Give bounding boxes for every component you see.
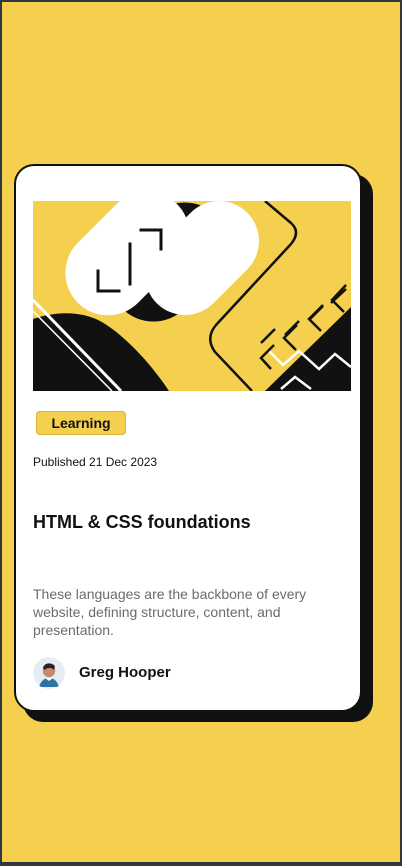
page: Learning Published 21 Dec 2023 HTML & CS… — [2, 2, 400, 862]
author-name[interactable]: Greg Hooper — [79, 664, 171, 681]
author-section: Greg Hooper — [33, 657, 233, 689]
hero-illustration-icon — [33, 201, 351, 391]
published-date: Published 21 Dec 2023 — [33, 455, 158, 469]
blog-preview-card: Learning Published 21 Dec 2023 HTML & CS… — [14, 164, 362, 712]
author-avatar — [33, 657, 65, 689]
article-title[interactable]: HTML & CSS foundations — [33, 510, 333, 534]
hero-image — [33, 201, 351, 391]
article-description: These languages are the backbone of ever… — [33, 586, 307, 638]
category-badge: Learning — [36, 411, 126, 435]
author-avatar-icon — [33, 657, 65, 689]
